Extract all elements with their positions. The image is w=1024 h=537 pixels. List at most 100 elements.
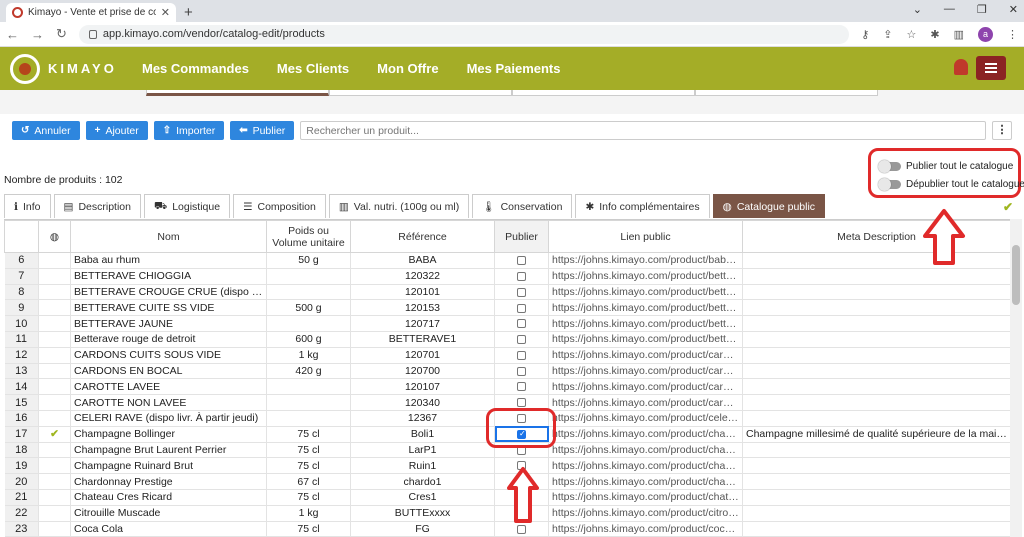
cell-nom[interactable]: BETTERAVE JAUNE: [70, 315, 267, 332]
cell-lien-public[interactable]: https://johns.kimayo.com/product/citroui…: [548, 505, 743, 522]
sub-nav-segment[interactable]: [512, 90, 695, 96]
cell-publier[interactable]: [494, 378, 549, 396]
unpublish-all-switch[interactable]: [878, 177, 901, 191]
cell-nom[interactable]: Champagne Brut Laurent Perrier: [70, 442, 267, 459]
scrollbar-thumb[interactable]: [1012, 245, 1020, 305]
cell-nom[interactable]: BETTERAVE CUITE SS VIDE: [70, 299, 267, 317]
cell-nom[interactable]: Coca Cola: [70, 521, 267, 537]
cell-reference[interactable]: LarP1: [350, 442, 495, 459]
col-lien-header[interactable]: Lien public: [548, 220, 743, 253]
cell-poids[interactable]: [266, 394, 351, 411]
cell-nom[interactable]: BETTERAVE CHIOGGIA: [70, 268, 267, 285]
unpublish-all-toggle-row[interactable]: Dépublier tout le catalogue: [878, 175, 1024, 193]
cell-reference[interactable]: Boli1: [350, 426, 495, 443]
publish-checkbox[interactable]: [517, 366, 526, 376]
cell-meta-description[interactable]: Champagne millesimé de qualité supérieur…: [742, 426, 1010, 443]
cell-poids[interactable]: 600 g: [266, 331, 351, 348]
sub-nav-segment[interactable]: [695, 90, 878, 96]
publish-checkbox[interactable]: [517, 335, 526, 345]
minimize-icon[interactable]: —: [944, 3, 955, 16]
cell-poids[interactable]: 67 cl: [266, 473, 351, 490]
cell-lien-public[interactable]: https://johns.kimayo.com/product/champ..…: [548, 457, 743, 475]
cell-lien-public[interactable]: https://johns.kimayo.com/product/champ..…: [548, 426, 743, 443]
back-arrow-icon[interactable]: ←: [6, 27, 19, 42]
publish-checkbox[interactable]: [517, 524, 526, 534]
nav-mon-offre[interactable]: Mon Offre: [377, 61, 438, 76]
cell-reference[interactable]: BUTTExxxx: [350, 505, 495, 522]
publish-checkbox[interactable]: [517, 271, 526, 281]
table-row[interactable]: 10 BETTERAVE JAUNE 120717 https://johns.kim…: [4, 315, 1010, 332]
col-publier-header[interactable]: Publier: [494, 220, 549, 253]
cell-meta-description[interactable]: [742, 299, 1010, 317]
cell-meta-description[interactable]: [742, 473, 1010, 490]
publish-checkbox[interactable]: [517, 303, 526, 313]
nav-mes-commandes[interactable]: Mes Commandes: [142, 61, 249, 76]
table-row[interactable]: 11 Betterave rouge de detroit 600 g BETTERA…: [4, 331, 1010, 348]
cell-lien-public[interactable]: https://johns.kimayo.com/product/bettera…: [548, 331, 743, 348]
cell-publier[interactable]: [494, 268, 549, 285]
cell-lien-public[interactable]: https://johns.kimayo.com/product/bettera…: [548, 299, 743, 317]
cell-lien-public[interactable]: https://johns.kimayo.com/product/celeri-…: [548, 410, 743, 427]
table-row[interactable]: 8 BETTERAVE CROUGE CRUE (dispo livr. À ..…: [4, 284, 1010, 301]
tab-info[interactable]: ℹ Info: [4, 194, 51, 218]
cell-reference[interactable]: 120322: [350, 268, 495, 285]
cell-poids[interactable]: [266, 284, 351, 301]
cell-nom[interactable]: BETTERAVE CROUGE CRUE (dispo livr. À ...: [70, 284, 267, 301]
cell-meta-description[interactable]: [742, 363, 1010, 380]
cell-lien-public[interactable]: https://johns.kimayo.com/product/bettera…: [548, 268, 743, 285]
publish-all-toggle-row[interactable]: Publier tout le catalogue: [878, 157, 1018, 175]
table-row[interactable]: 13 CARDONS EN BOCAL 420 g 120700 https://joh…: [4, 363, 1010, 380]
publish-checkbox[interactable]: [517, 398, 526, 408]
tab-val-nutri[interactable]: ▥ Val. nutri. (100g ou ml): [328, 194, 470, 218]
cell-nom[interactable]: Champagne Bollinger: [70, 426, 267, 443]
cell-nom[interactable]: CARDONS EN BOCAL: [70, 363, 267, 380]
cell-reference[interactable]: chardo1: [350, 473, 495, 490]
product-search-input[interactable]: [300, 121, 986, 140]
cell-nom[interactable]: Champagne Ruinard Brut: [70, 457, 267, 475]
cell-poids[interactable]: 75 cl: [266, 457, 351, 475]
profile-avatar[interactable]: a: [978, 26, 993, 42]
cell-meta-description[interactable]: [742, 410, 1010, 427]
table-row[interactable]: 14 CAROTTE LAVEE 120107 https://johns.kimay…: [4, 378, 1010, 396]
nav-mes-clients[interactable]: Mes Clients: [277, 61, 349, 76]
cancel-button[interactable]: ↺ Annuler: [12, 121, 80, 140]
cell-meta-description[interactable]: [742, 315, 1010, 332]
cell-poids[interactable]: 50 g: [266, 252, 351, 269]
bell-icon[interactable]: [954, 59, 968, 75]
cell-publier[interactable]: [494, 299, 549, 317]
cell-publier[interactable]: [494, 284, 549, 301]
tab-composition[interactable]: ☰ Composition: [233, 194, 326, 218]
nav-mes-paiements[interactable]: Mes Paiements: [467, 61, 561, 76]
tab-catalogue-public[interactable]: ◍ Catalogue public: [712, 194, 826, 218]
cell-reference[interactable]: 120153: [350, 299, 495, 317]
col-poids-header[interactable]: Poids ou Volume unitaire: [266, 220, 351, 253]
tab-info-complementaires[interactable]: ✱ Info complémentaires: [575, 194, 710, 218]
table-scrollbar[interactable]: [1010, 219, 1022, 537]
cell-meta-description[interactable]: [742, 394, 1010, 411]
col-meta-header[interactable]: Meta Description: [742, 220, 1010, 253]
tab-logistique[interactable]: ⛟ Logistique: [143, 194, 231, 218]
bookmark-star-icon[interactable]: ☆: [907, 28, 917, 41]
cell-poids[interactable]: 1 kg: [266, 505, 351, 522]
cell-poids[interactable]: 75 cl: [266, 521, 351, 537]
table-row[interactable]: 9 BETTERAVE CUITE SS VIDE 500 g 120153 https…: [4, 299, 1010, 317]
cell-reference[interactable]: Ruin1: [350, 457, 495, 475]
cell-reference[interactable]: 120101: [350, 284, 495, 301]
cell-lien-public[interactable]: https://johns.kimayo.com/product/baba-a.…: [548, 252, 743, 269]
cell-lien-public[interactable]: https://johns.kimayo.com/product/bettera…: [548, 315, 743, 332]
publish-checkbox[interactable]: [517, 287, 526, 297]
cell-publier[interactable]: [494, 363, 549, 380]
cell-meta-description[interactable]: [742, 378, 1010, 396]
sub-nav-segment[interactable]: [329, 90, 512, 96]
forward-arrow-icon[interactable]: →: [31, 27, 44, 42]
sub-nav-segment[interactable]: [146, 90, 329, 96]
sidepanel-icon[interactable]: ▥: [954, 28, 964, 41]
url-field[interactable]: app.kimayo.com/vendor/catalog-edit/produ…: [78, 24, 850, 44]
add-button[interactable]: + Ajouter: [85, 121, 148, 140]
cell-reference[interactable]: FG: [350, 521, 495, 537]
cell-reference[interactable]: BETTERAVE1: [350, 331, 495, 348]
share-icon[interactable]: ⇪: [883, 28, 892, 41]
cell-reference[interactable]: BABA: [350, 252, 495, 269]
import-button[interactable]: ⇧ Importer: [153, 121, 225, 140]
cell-meta-description[interactable]: [742, 347, 1010, 364]
